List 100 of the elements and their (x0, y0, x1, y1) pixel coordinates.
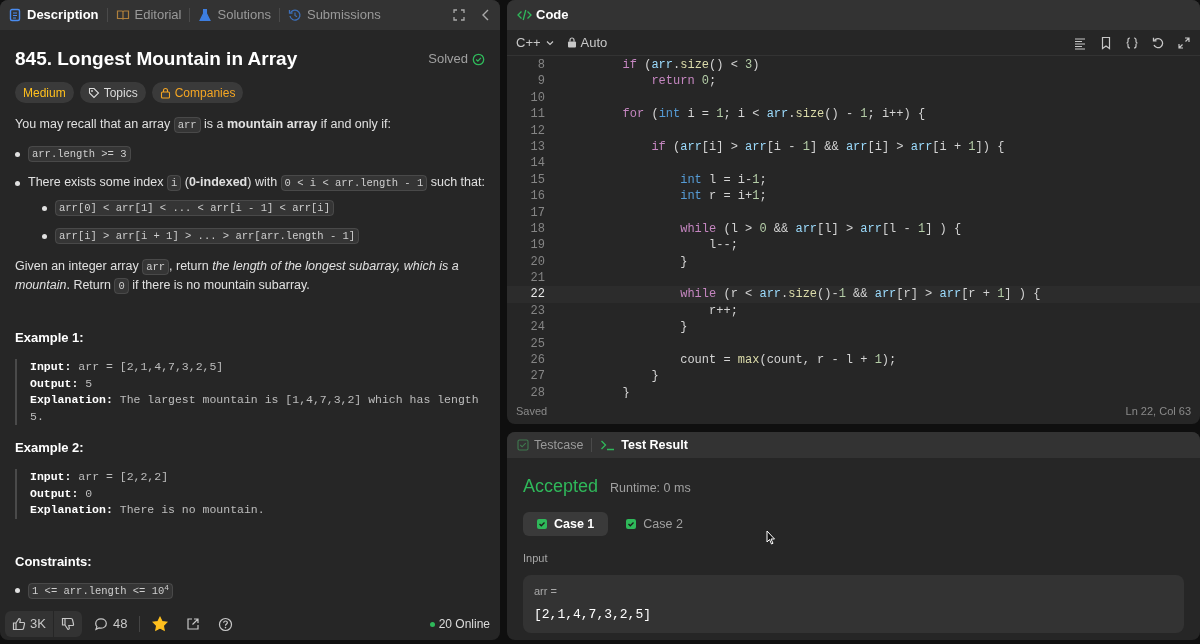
undo-icon[interactable] (1151, 35, 1165, 50)
thumbs-up-icon (12, 617, 26, 631)
example-line: Input: arr = [2,1,4,7,3,2,5] (30, 359, 225, 375)
comments-button[interactable]: 48 (89, 614, 132, 634)
variable-name: arr = (534, 583, 558, 599)
line-number: 23 (529, 302, 545, 320)
tag-chip[interactable]: Topics (79, 82, 146, 103)
code-line: if (arr.size() < 3) (621, 57, 760, 74)
line-number: 8 (536, 57, 545, 74)
tab[interactable]: Description (8, 5, 99, 25)
save-status: Saved (516, 403, 548, 419)
book-icon (115, 8, 130, 22)
code-line: int l = i-1; (679, 171, 767, 189)
terminal-icon (600, 439, 617, 451)
expand-icon[interactable] (1177, 35, 1191, 50)
case-tab[interactable]: Case 1 (523, 512, 609, 536)
line-number: 17 (529, 204, 545, 221)
problem-title: 845. Longest Mountain in Array (15, 47, 298, 71)
document-icon (8, 8, 22, 22)
panel-tab[interactable]: Code (517, 5, 569, 25)
description-paragraph: Given an integer array arr , return the length of the longest subarray, which is a mountain. Return 0 if there is no mountain subarray. (15, 258, 460, 295)
check-circle-icon (472, 52, 485, 66)
constraint: 1 <= arr.length <= 10$^{4}$ (28, 580, 174, 600)
code-line: return 0; (650, 73, 717, 90)
variable-value: [2,1,4,7,3,2,5] (534, 606, 653, 624)
tab[interactable]: Submissions (287, 5, 381, 25)
condition: arr.length >= 3 (28, 144, 131, 163)
example-heading: Example 1: (15, 329, 85, 347)
tab[interactable]: Editorial (115, 5, 182, 25)
bullet-icon (15, 152, 20, 157)
tab[interactable]: Testcase (517, 435, 584, 455)
star-icon[interactable] (152, 616, 169, 632)
line-number: 12 (529, 122, 545, 139)
bullet-icon (15, 587, 20, 593)
code-line: l--; (708, 237, 738, 254)
code-line: } (679, 253, 688, 271)
history-icon (287, 8, 302, 22)
auto-mode-button[interactable]: Auto (566, 32, 608, 53)
line-number: 24 (529, 319, 545, 336)
code-line: while (l > 0 && arr[l] > arr[l - 1] ) { (679, 220, 962, 238)
line-number: 26 (529, 352, 545, 369)
status-label: Solved (428, 50, 468, 68)
sub-condition: arr[i] > arr[i + 1] > ... > arr[arr.length - 1] (55, 226, 360, 245)
tab[interactable]: Solutions (198, 5, 271, 25)
verdict: Accepted (523, 475, 599, 498)
help-icon[interactable] (218, 616, 234, 632)
line-number: 25 (529, 335, 545, 353)
example-heading: Example 2: (15, 439, 85, 457)
code-line: } (621, 384, 630, 398)
line-number: 19 (529, 237, 545, 254)
constraints-heading: Constraints: (15, 552, 93, 571)
braces-icon[interactable] (1125, 35, 1139, 50)
code-icon (517, 9, 532, 21)
case-tab[interactable]: Case 2 (612, 512, 697, 536)
condition: There exists some index i (0-indexed) with 0 < i < arr.length - 1 such that: (28, 174, 485, 192)
bullet-icon (15, 181, 20, 186)
line-number: 21 (529, 270, 545, 287)
line-number: 20 (529, 253, 545, 271)
line-number: 18 (529, 220, 545, 238)
lock-icon (566, 37, 577, 48)
description-paragraph: You may recall that an array arr is a mountain array if and only if: (15, 116, 392, 134)
example-line: Output: 0 (30, 485, 94, 502)
fullscreen-icon[interactable] (452, 8, 466, 22)
sub-condition: arr[0] < arr[1] < ... < arr[i - 1] < arr[i] (55, 198, 334, 217)
format-icon[interactable] (1073, 35, 1087, 50)
cursor-position: Ln 22, Col 63 (1125, 403, 1191, 419)
line-number: 9 (536, 73, 545, 90)
example-line: Explanation: The largest mountain is [1,4,7,3,2] which has length 5. (30, 392, 480, 425)
code-line: for (int i = 1; i < arr.size() - 1; i++) { (621, 106, 926, 123)
bullet-icon (42, 234, 47, 239)
share-icon[interactable] (186, 617, 201, 631)
tab[interactable]: Test Result (600, 435, 688, 455)
line-number: 28 (529, 384, 545, 398)
line-number: 16 (529, 188, 545, 205)
line-number: 22 (529, 286, 545, 303)
line-number: 27 (529, 368, 545, 385)
code-line: } (679, 319, 688, 336)
runtime-label: Runtime: 0 ms (610, 480, 691, 497)
language-dropdown[interactable]: C++ (516, 32, 555, 53)
code-line: } (650, 368, 659, 385)
code-line: if (arr[i] > arr[i - 1] && arr[i] > arr[i + 1]) { (650, 138, 1005, 156)
line-number: 11 (529, 106, 545, 123)
lock-icon (159, 86, 171, 99)
speech-bubble-icon (93, 617, 108, 631)
code-line: while (r < arr.size()-1 && arr[r] > arr[r + 1] ) { (679, 286, 1041, 303)
flask-icon (198, 8, 213, 22)
example-line: Explanation: There is no mountain. (30, 502, 266, 518)
difficulty-badge[interactable]: Medium (15, 82, 74, 103)
thumbs-down-icon (60, 617, 75, 631)
tag-chip[interactable]: Companies (151, 82, 244, 103)
line-number: 15 (529, 171, 545, 189)
code-line: r++; (708, 302, 738, 320)
bookmark-icon[interactable] (1099, 35, 1113, 50)
code-line: int r = i+1; (679, 188, 767, 205)
example-line: Output: 5 (30, 375, 94, 392)
line-number: 10 (529, 89, 545, 107)
checkbox-icon (517, 439, 529, 451)
cursor-icon (766, 530, 776, 545)
tag-icon (87, 86, 100, 99)
code-line: count = max(count, r - l + 1); (679, 352, 897, 369)
